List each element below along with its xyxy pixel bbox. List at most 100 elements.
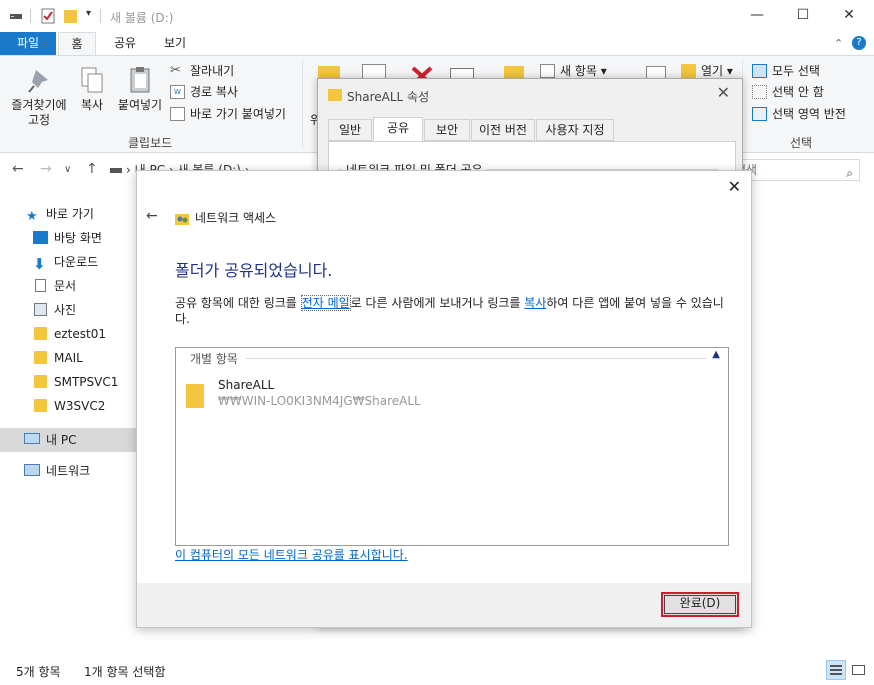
paste-button[interactable]: 붙여넣기 [114, 66, 166, 113]
computer-icon [24, 433, 40, 444]
copy-path-icon: W [170, 85, 185, 99]
selected-count: 1개 항목 선택함 [84, 665, 166, 679]
pin-label-2: 고정 [27, 113, 51, 127]
collapse-ribbon-icon[interactable]: ⌃ [834, 37, 843, 50]
properties-icon[interactable] [40, 8, 56, 24]
drive-icon [10, 14, 22, 19]
nav-documents[interactable]: 문서 [0, 274, 136, 298]
maximize-button[interactable]: ☐ [780, 0, 826, 32]
customize-quick-access-icon[interactable]: ▾ [86, 8, 91, 19]
ribbon-tabs: 파일 홈 공유 보기 ⌃ ? [0, 32, 874, 56]
tab-general[interactable]: 일반 [328, 119, 372, 141]
copy-path-button[interactable]: W 경로 복사 [170, 82, 238, 102]
select-none-label: 선택 안 함 [772, 85, 824, 99]
large-icons-view-button[interactable] [848, 660, 868, 680]
items-group-label: 개별 항목 [190, 350, 242, 367]
search-icon: ⌕ [846, 166, 853, 180]
dialog-description: 공유 항목에 대한 링크를 전자 메일로 다른 사람에게 보내거나 링크를 복사… [175, 295, 735, 327]
scissors-icon: ✂ [170, 63, 181, 78]
paste-shortcut-icon [170, 107, 185, 121]
nav-network[interactable]: 네트워크 [0, 459, 136, 483]
back-icon[interactable]: ← [12, 161, 24, 177]
network-access-dialog: ✕ ← 네트워크 액세스 폴더가 공유되었습니다. 공유 항목에 대한 링크를 … [136, 170, 752, 628]
new-folder-icon[interactable] [63, 8, 79, 24]
new-item-label: 새 항목 ▾ [560, 64, 607, 78]
group-divider [246, 358, 706, 359]
open-icon [681, 64, 696, 78]
tab-sharing[interactable]: 공유 [373, 117, 423, 141]
nav-label: MAIL [54, 351, 83, 365]
copy-link[interactable]: 복사 [524, 296, 546, 310]
recent-locations-icon[interactable]: ∨ [64, 164, 71, 175]
new-item-icon [540, 64, 555, 78]
select-all-label: 모두 선택 [772, 64, 820, 78]
tab-customize[interactable]: 사용자 지정 [536, 119, 614, 141]
dialog-back-icon[interactable]: ← [146, 208, 158, 224]
select-group-label: 선택 [790, 136, 813, 150]
network-share-icon [175, 214, 189, 225]
copy-label: 복사 [80, 98, 104, 112]
tab-home[interactable]: 홈 [58, 32, 96, 56]
pin-icon [28, 70, 48, 93]
pictures-icon [34, 303, 47, 316]
properties-dialog-title: ShareALL 속성 [347, 90, 430, 104]
forward-icon[interactable]: → [40, 161, 52, 177]
show-all-shares-link[interactable]: 이 컴퓨터의 모든 네트워크 공유를 표시합니다. [175, 546, 408, 563]
nav-folder-w3svc2[interactable]: W3SVC2 [0, 394, 136, 418]
select-none-icon [752, 85, 767, 99]
invert-selection-icon [752, 107, 767, 121]
paste-label: 붙여넣기 [117, 98, 163, 112]
select-all-button[interactable]: 모두 선택 [752, 61, 820, 81]
dialog-close-icon[interactable]: ✕ [728, 177, 741, 196]
download-icon: ⬇ [33, 255, 46, 273]
drive-icon [110, 168, 122, 173]
help-icon[interactable]: ? [852, 36, 866, 50]
collapse-group-icon[interactable]: ▲ [712, 349, 720, 360]
nav-desktop[interactable]: 바탕 화면 [0, 226, 136, 250]
up-icon[interactable]: ↑ [86, 161, 98, 177]
tab-file[interactable]: 파일 [0, 32, 56, 56]
pin-to-quick-access-button[interactable]: 즐겨찾기에 고정 [6, 66, 72, 128]
pin-label-1: 즐겨찾기에 [11, 98, 67, 112]
cut-button[interactable]: ✂ 잘라내기 [170, 61, 234, 81]
invert-selection-button[interactable]: 선택 영역 반전 [752, 104, 846, 124]
nav-downloads[interactable]: ⬇ 다운로드 [0, 250, 136, 274]
copy-path-label: 경로 복사 [190, 85, 238, 99]
nav-label: 사진 [54, 303, 77, 317]
tab-previous-versions[interactable]: 이전 버전 [471, 119, 535, 141]
nav-folder-smtpsvc1[interactable]: SMTPSVC1 [0, 370, 136, 394]
details-view-button[interactable] [826, 660, 846, 680]
folder-icon [34, 375, 47, 388]
shared-item-path: ₩₩WIN-LO0KI3NM4JG₩ShareALL [218, 394, 421, 408]
desc-text: 공유 항목에 대한 링크를 [175, 296, 301, 310]
tab-security[interactable]: 보안 [424, 119, 470, 141]
email-link[interactable]: 전자 메일 [300, 295, 351, 311]
minimize-button[interactable]: — [734, 0, 780, 32]
paste-icon [130, 67, 150, 93]
title-bar: ▾ 새 볼륨 (D:) — ☐ ✕ [0, 0, 874, 32]
folder-icon [328, 89, 342, 101]
dialog-footer: 완료(D) [137, 583, 751, 627]
select-none-button[interactable]: 선택 안 함 [752, 82, 824, 102]
navigation-pane: ★ 바로 가기 바탕 화면 ⬇ 다운로드 문서 사진 eztest01 MAIL… [0, 196, 136, 656]
shared-item-name: ShareALL [218, 378, 275, 392]
nav-this-pc[interactable]: 내 PC [0, 428, 136, 452]
tab-share[interactable]: 공유 [102, 32, 148, 56]
cut-label: 잘라내기 [190, 64, 235, 78]
nav-pictures[interactable]: 사진 [0, 298, 136, 322]
large-icons-view-icon [852, 665, 865, 675]
paste-shortcut-label: 바로 가기 붙여넣기 [190, 107, 286, 121]
tab-view[interactable]: 보기 [152, 32, 198, 56]
done-button[interactable]: 완료(D) [661, 592, 739, 617]
nav-folder-mail[interactable]: MAIL [0, 346, 136, 370]
nav-folder-eztest01[interactable]: eztest01 [0, 322, 136, 346]
desc-text: 로 다른 사람에게 보내거나 링크를 [350, 296, 525, 310]
properties-close-icon[interactable]: ✕ [717, 83, 730, 102]
dialog-heading: 폴더가 공유되었습니다. [175, 261, 333, 280]
paste-shortcut-button[interactable]: 바로 가기 붙여넣기 [170, 104, 286, 124]
nav-label: W3SVC2 [54, 399, 106, 413]
shared-items-list: 개별 항목 ▲ ShareALL ₩₩WIN-LO0KI3NM4JG₩Share… [175, 347, 729, 546]
copy-button[interactable]: 복사 [76, 66, 108, 113]
nav-quick-access[interactable]: ★ 바로 가기 [0, 202, 136, 226]
close-button[interactable]: ✕ [826, 0, 872, 32]
